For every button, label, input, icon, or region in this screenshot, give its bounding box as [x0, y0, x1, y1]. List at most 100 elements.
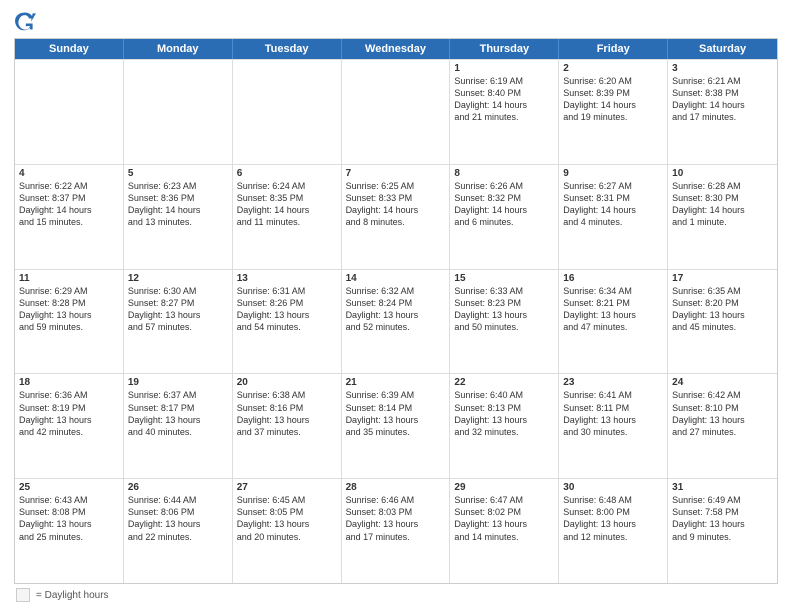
- day-number: 18: [19, 377, 119, 388]
- cell-line: and 19 minutes.: [563, 111, 663, 123]
- cell-line: Sunset: 8:23 PM: [454, 297, 554, 309]
- cal-cell-22: 22Sunrise: 6:40 AMSunset: 8:13 PMDayligh…: [450, 374, 559, 478]
- cell-line: Sunrise: 6:19 AM: [454, 75, 554, 87]
- cell-line: Sunset: 8:08 PM: [19, 506, 119, 518]
- day-number: 4: [19, 168, 119, 179]
- cal-cell-1: 1Sunrise: 6:19 AMSunset: 8:40 PMDaylight…: [450, 60, 559, 164]
- cell-line: Sunset: 8:38 PM: [672, 87, 773, 99]
- cell-line: Sunrise: 6:37 AM: [128, 389, 228, 401]
- cell-line: and 50 minutes.: [454, 321, 554, 333]
- day-number: 10: [672, 168, 773, 179]
- cal-cell-21: 21Sunrise: 6:39 AMSunset: 8:14 PMDayligh…: [342, 374, 451, 478]
- cal-cell-6: 6Sunrise: 6:24 AMSunset: 8:35 PMDaylight…: [233, 165, 342, 269]
- cell-line: Daylight: 13 hours: [454, 518, 554, 530]
- cell-line: Sunset: 8:30 PM: [672, 192, 773, 204]
- day-number: 23: [563, 377, 663, 388]
- cal-cell-29: 29Sunrise: 6:47 AMSunset: 8:02 PMDayligh…: [450, 479, 559, 583]
- cell-line: Daylight: 13 hours: [346, 518, 446, 530]
- day-number: 8: [454, 168, 554, 179]
- cal-cell-2: 2Sunrise: 6:20 AMSunset: 8:39 PMDaylight…: [559, 60, 668, 164]
- day-number: 17: [672, 273, 773, 284]
- cell-line: Sunrise: 6:49 AM: [672, 494, 773, 506]
- cell-line: and 54 minutes.: [237, 321, 337, 333]
- cell-line: Daylight: 13 hours: [563, 309, 663, 321]
- day-number: 31: [672, 482, 773, 493]
- calendar-header: SundayMondayTuesdayWednesdayThursdayFrid…: [15, 39, 777, 59]
- cell-line: Sunrise: 6:25 AM: [346, 180, 446, 192]
- cell-line: and 15 minutes.: [19, 216, 119, 228]
- cal-cell-26: 26Sunrise: 6:44 AMSunset: 8:06 PMDayligh…: [124, 479, 233, 583]
- cal-cell-17: 17Sunrise: 6:35 AMSunset: 8:20 PMDayligh…: [668, 270, 777, 374]
- cell-line: Daylight: 13 hours: [237, 309, 337, 321]
- weekday-header-friday: Friday: [559, 39, 668, 59]
- cell-line: Sunrise: 6:29 AM: [19, 285, 119, 297]
- cal-cell-19: 19Sunrise: 6:37 AMSunset: 8:17 PMDayligh…: [124, 374, 233, 478]
- weekday-header-wednesday: Wednesday: [342, 39, 451, 59]
- cell-line: and 45 minutes.: [672, 321, 773, 333]
- header: [14, 10, 778, 32]
- cell-line: Daylight: 14 hours: [128, 204, 228, 216]
- legend-label: = Daylight hours: [36, 590, 109, 601]
- cell-line: and 11 minutes.: [237, 216, 337, 228]
- cell-line: and 12 minutes.: [563, 531, 663, 543]
- cell-line: and 25 minutes.: [19, 531, 119, 543]
- cell-line: and 27 minutes.: [672, 426, 773, 438]
- cell-line: Sunrise: 6:44 AM: [128, 494, 228, 506]
- day-number: 29: [454, 482, 554, 493]
- cell-line: Daylight: 14 hours: [672, 204, 773, 216]
- cell-line: Daylight: 13 hours: [346, 309, 446, 321]
- cell-line: Sunrise: 6:34 AM: [563, 285, 663, 297]
- cell-line: Sunrise: 6:24 AM: [237, 180, 337, 192]
- cell-line: Sunset: 8:10 PM: [672, 402, 773, 414]
- day-number: 3: [672, 63, 773, 74]
- cell-line: Daylight: 13 hours: [19, 518, 119, 530]
- cal-cell-20: 20Sunrise: 6:38 AMSunset: 8:16 PMDayligh…: [233, 374, 342, 478]
- cell-line: Sunset: 8:11 PM: [563, 402, 663, 414]
- cal-cell-10: 10Sunrise: 6:28 AMSunset: 8:30 PMDayligh…: [668, 165, 777, 269]
- cell-line: Sunrise: 6:45 AM: [237, 494, 337, 506]
- cell-line: Sunrise: 6:31 AM: [237, 285, 337, 297]
- cell-line: Daylight: 13 hours: [19, 414, 119, 426]
- cell-line: Sunset: 8:17 PM: [128, 402, 228, 414]
- page: SundayMondayTuesdayWednesdayThursdayFrid…: [0, 0, 792, 612]
- calendar-week-1: 1Sunrise: 6:19 AMSunset: 8:40 PMDaylight…: [15, 59, 777, 164]
- cell-line: Daylight: 14 hours: [672, 99, 773, 111]
- cell-line: Daylight: 13 hours: [672, 309, 773, 321]
- cell-line: Daylight: 13 hours: [346, 414, 446, 426]
- cell-line: Sunset: 8:00 PM: [563, 506, 663, 518]
- cell-line: Sunset: 8:16 PM: [237, 402, 337, 414]
- cell-line: Sunrise: 6:46 AM: [346, 494, 446, 506]
- weekday-header-saturday: Saturday: [668, 39, 777, 59]
- cell-line: Daylight: 14 hours: [563, 99, 663, 111]
- legend-box: [16, 588, 30, 602]
- cell-line: Sunrise: 6:41 AM: [563, 389, 663, 401]
- cal-cell-11: 11Sunrise: 6:29 AMSunset: 8:28 PMDayligh…: [15, 270, 124, 374]
- cell-line: Sunrise: 6:20 AM: [563, 75, 663, 87]
- cell-line: Sunrise: 6:22 AM: [19, 180, 119, 192]
- cell-line: Sunset: 8:35 PM: [237, 192, 337, 204]
- cell-line: Sunset: 8:06 PM: [128, 506, 228, 518]
- cell-line: Daylight: 14 hours: [19, 204, 119, 216]
- cell-line: Daylight: 13 hours: [128, 518, 228, 530]
- cell-line: Sunset: 8:13 PM: [454, 402, 554, 414]
- day-number: 6: [237, 168, 337, 179]
- cell-line: Sunrise: 6:26 AM: [454, 180, 554, 192]
- day-number: 22: [454, 377, 554, 388]
- cal-cell-18: 18Sunrise: 6:36 AMSunset: 8:19 PMDayligh…: [15, 374, 124, 478]
- cell-line: and 52 minutes.: [346, 321, 446, 333]
- cell-line: and 59 minutes.: [19, 321, 119, 333]
- cell-line: Sunrise: 6:23 AM: [128, 180, 228, 192]
- cell-line: and 47 minutes.: [563, 321, 663, 333]
- cell-line: Sunrise: 6:48 AM: [563, 494, 663, 506]
- day-number: 27: [237, 482, 337, 493]
- cal-cell-31: 31Sunrise: 6:49 AMSunset: 7:58 PMDayligh…: [668, 479, 777, 583]
- cell-line: Daylight: 13 hours: [19, 309, 119, 321]
- cal-cell-24: 24Sunrise: 6:42 AMSunset: 8:10 PMDayligh…: [668, 374, 777, 478]
- cell-line: Sunset: 8:33 PM: [346, 192, 446, 204]
- cell-line: Sunrise: 6:32 AM: [346, 285, 446, 297]
- day-number: 24: [672, 377, 773, 388]
- day-number: 15: [454, 273, 554, 284]
- cell-line: Sunrise: 6:33 AM: [454, 285, 554, 297]
- cell-line: and 22 minutes.: [128, 531, 228, 543]
- cell-line: and 13 minutes.: [128, 216, 228, 228]
